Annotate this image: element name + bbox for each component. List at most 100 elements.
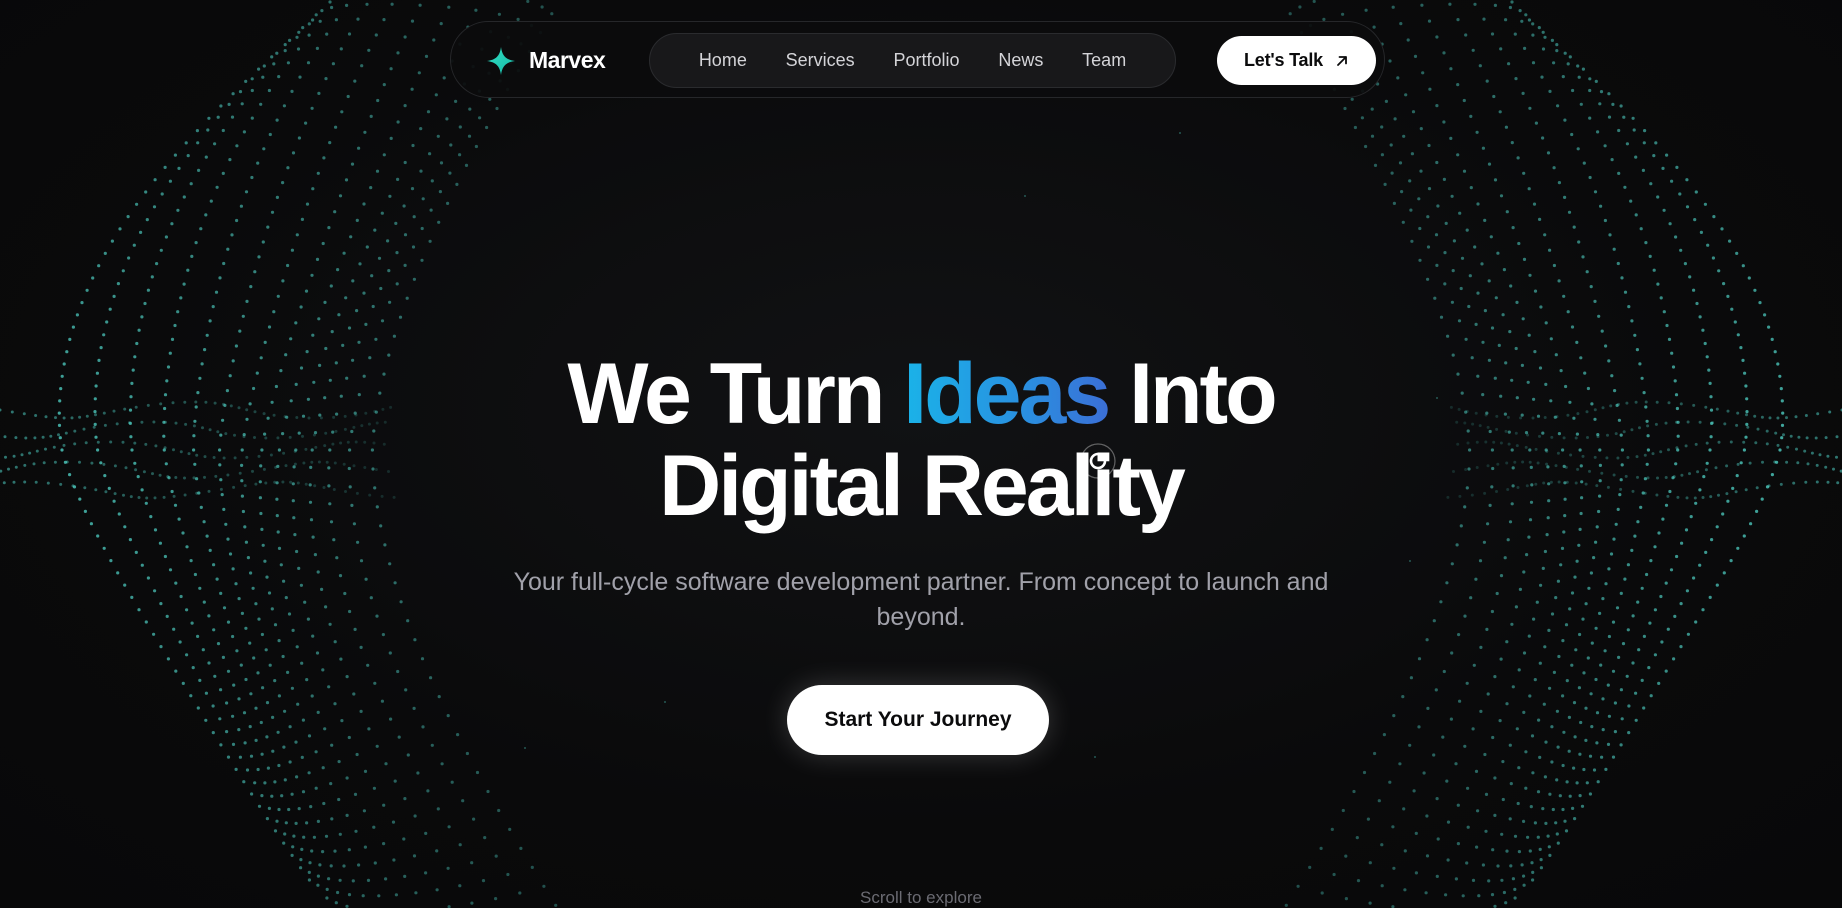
particle-dot [1630,319,1634,323]
particle-dot [1578,632,1582,637]
nav-item-services[interactable]: Services [786,50,855,71]
particle-dot [244,626,248,630]
particle-dot [1698,315,1702,319]
particle-dot [1538,847,1542,852]
particle-dot [189,694,193,698]
particle-dot [311,535,315,539]
particle-dot [1484,829,1488,833]
particle-dot [205,333,209,337]
particle-dot [1581,67,1585,71]
particle-dot [1503,556,1507,560]
particle-dot [316,171,320,175]
particle-dot [1482,17,1486,21]
particle-dot [222,606,227,610]
particle-dot [1412,789,1416,793]
particle-dot [1649,182,1653,186]
particle-dot [337,760,341,764]
particle-dot [410,19,415,23]
particle-dot [1448,2,1452,6]
particle-dot [1501,760,1505,764]
particle-dot [1445,779,1449,783]
particle-dot [280,794,284,798]
particle-dot [447,5,451,9]
particle-dot [75,313,79,317]
particle-dot [1551,807,1555,812]
particle-dot [295,35,299,39]
particle-dot [190,621,194,625]
particle-dot [1476,291,1480,295]
particle-dot [1410,239,1414,243]
particle-dot [481,879,486,883]
start-journey-button[interactable]: Start Your Journey [787,685,1049,755]
particle-dot [1567,210,1572,214]
particle-dot [1589,285,1593,289]
particle-dot [1555,832,1559,836]
particle-dot [262,64,266,68]
particle-dot [152,205,157,209]
nav-item-team[interactable]: Team [1082,50,1126,71]
particle-dot [1610,158,1614,162]
particle-dot [1524,786,1528,790]
nav-item-home[interactable]: Home [699,50,747,71]
particle-dot [1733,320,1737,324]
particle-dot [1584,738,1588,743]
particle-dot [1499,194,1504,198]
particle-dot [251,586,255,590]
particle-dot [1594,540,1598,544]
particle-dot [1685,178,1689,182]
particle-dot [135,341,139,346]
particle-dot [1599,204,1603,208]
particle-dot [1603,144,1607,148]
particle-dot [137,608,141,612]
particle-dot [1736,333,1740,337]
particle-dot [1542,702,1546,706]
particle-dot [242,130,246,134]
particle-dot [286,263,290,268]
particle-dot [372,786,376,790]
particle-dot [250,77,254,81]
particle-dot [270,55,274,59]
particle-dot [483,836,487,840]
particle-dot [1450,194,1454,198]
nav-item-portfolio[interactable]: Portfolio [893,50,959,71]
particle-dot [140,315,144,319]
particle-dot [282,104,286,108]
brand-logo[interactable]: Marvex [487,22,606,99]
particle-dot [1615,606,1620,610]
particle-dot [1457,319,1462,323]
particle-dot [1538,217,1542,221]
particle-dot [395,251,399,255]
particle-dot [1547,628,1551,633]
particle-dot [1572,766,1576,770]
particle-dot [1730,307,1734,311]
particle-dot [474,144,478,149]
particle-dot [1426,215,1430,219]
particle-dot [1541,136,1545,140]
particle-dot [1518,587,1522,592]
nav-item-news[interactable]: News [998,50,1043,71]
particle-dot [439,22,443,26]
particle-dot [1435,160,1439,165]
particle-dot [418,3,422,7]
particle-dot [435,849,439,853]
particle-dot [307,22,311,26]
particle-dot [1520,19,1524,23]
particle-dot [1360,116,1364,120]
particle-dot [1409,676,1413,680]
lets-talk-button[interactable]: Let's Talk [1217,36,1376,85]
start-journey-label: Start Your Journey [824,708,1012,731]
particle-dot [1582,671,1586,675]
particle-dot [1509,284,1513,288]
particle-dot [1570,132,1574,137]
particle-dot [1511,877,1515,881]
particle-dot [1541,807,1545,811]
particle-dot [150,275,154,279]
particle-dot [420,258,424,262]
particle-dot [1626,563,1630,567]
particle-dot [1522,819,1526,824]
particle-dot [1633,534,1637,538]
particle-dot [1391,825,1395,829]
particle-dot [380,319,385,323]
particle-dot [1442,51,1446,55]
particle-dot [1574,648,1578,652]
